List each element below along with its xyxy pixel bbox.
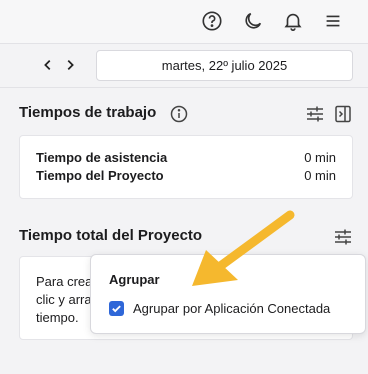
info-icon[interactable] bbox=[169, 104, 189, 124]
bell-icon[interactable] bbox=[280, 8, 306, 34]
top-header bbox=[0, 0, 368, 44]
attendance-time-label: Tiempo de asistencia bbox=[36, 150, 168, 165]
project-time-label: Tiempo del Proyecto bbox=[36, 168, 164, 183]
group-by-connected-app-checkbox[interactable] bbox=[109, 301, 124, 316]
menu-icon[interactable] bbox=[320, 8, 346, 34]
work-times-title: Tiempos de trabajo bbox=[19, 104, 157, 121]
project-time-value: 0 min bbox=[304, 168, 336, 183]
date-picker[interactable]: martes, 22º julio 2025 bbox=[96, 50, 353, 81]
moon-icon[interactable] bbox=[240, 8, 266, 34]
attendance-time-value: 0 min bbox=[304, 150, 336, 165]
project-total-title: Tiempo total del Proyecto bbox=[19, 227, 203, 244]
date-navigation: martes, 22º julio 2025 bbox=[0, 45, 368, 88]
group-settings-icon[interactable] bbox=[333, 227, 353, 247]
project-time-row: Tiempo del Proyecto 0 min bbox=[36, 168, 336, 183]
collapse-panel-icon[interactable] bbox=[333, 104, 353, 124]
group-by-connected-app-label: Agrupar por Aplicación Conectada bbox=[133, 301, 331, 316]
group-by-connected-app-option[interactable]: Agrupar por Aplicación Conectada bbox=[109, 301, 330, 316]
work-times-card: Tiempo de asistencia 0 min Tiempo del Pr… bbox=[19, 135, 353, 199]
help-circle-icon[interactable] bbox=[199, 8, 225, 34]
popover-title: Agrupar bbox=[109, 272, 160, 287]
next-day-button[interactable] bbox=[61, 55, 79, 75]
filter-settings-icon[interactable] bbox=[305, 104, 325, 124]
previous-day-button[interactable] bbox=[39, 55, 57, 75]
attendance-time-row: Tiempo de asistencia 0 min bbox=[36, 150, 336, 165]
annotation-arrow-icon bbox=[192, 210, 295, 286]
